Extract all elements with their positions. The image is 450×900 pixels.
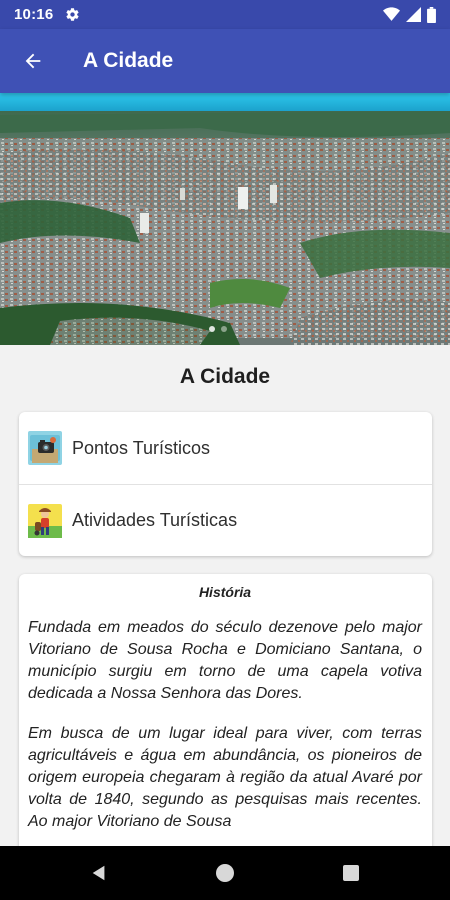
nav-back-button[interactable] bbox=[36, 846, 162, 900]
tourist-activities-icon bbox=[28, 503, 62, 538]
nav-recents-button[interactable] bbox=[288, 846, 414, 900]
menu-item-tourist-spots[interactable]: Pontos Turísticos bbox=[19, 412, 432, 484]
nav-home-button[interactable] bbox=[162, 846, 288, 900]
menu-card: Pontos Turísticos Atividades Turísticas bbox=[19, 412, 432, 556]
history-paragraph: Em busca de um lugar ideal para viver, c… bbox=[28, 725, 422, 830]
cell-signal-icon bbox=[406, 7, 421, 22]
nav-recents-square-icon bbox=[343, 865, 359, 881]
menu-item-label: Pontos Turísticos bbox=[72, 437, 211, 458]
app-bar-title: A Cidade bbox=[83, 49, 174, 72]
page-heading: A Cidade bbox=[179, 365, 271, 388]
nav-back-triangle-icon bbox=[92, 865, 105, 881]
back-button[interactable] bbox=[8, 29, 58, 93]
history-card: História Fundada em meados do século dez… bbox=[19, 574, 432, 874]
city-aerial-image bbox=[0, 93, 450, 345]
menu-item-label: Atividades Turísticas bbox=[72, 510, 238, 530]
history-title: História bbox=[198, 584, 252, 600]
wifi-icon bbox=[383, 7, 400, 21]
battery-icon bbox=[427, 6, 436, 23]
history-paragraph: Fundada em meados do século dezenove pel… bbox=[28, 619, 422, 702]
settings-gear-icon bbox=[66, 8, 79, 21]
status-bar: 10:16 bbox=[0, 0, 450, 29]
system-navigation-bar bbox=[0, 846, 450, 900]
tourist-spots-icon bbox=[28, 431, 62, 465]
status-time: 10:16 bbox=[14, 6, 54, 23]
menu-item-tourist-activities[interactable]: Atividades Turísticas bbox=[19, 484, 432, 556]
nav-home-circle-icon bbox=[216, 864, 234, 882]
app-bar: A Cidade bbox=[0, 29, 450, 93]
arrow-back-icon bbox=[25, 53, 41, 69]
